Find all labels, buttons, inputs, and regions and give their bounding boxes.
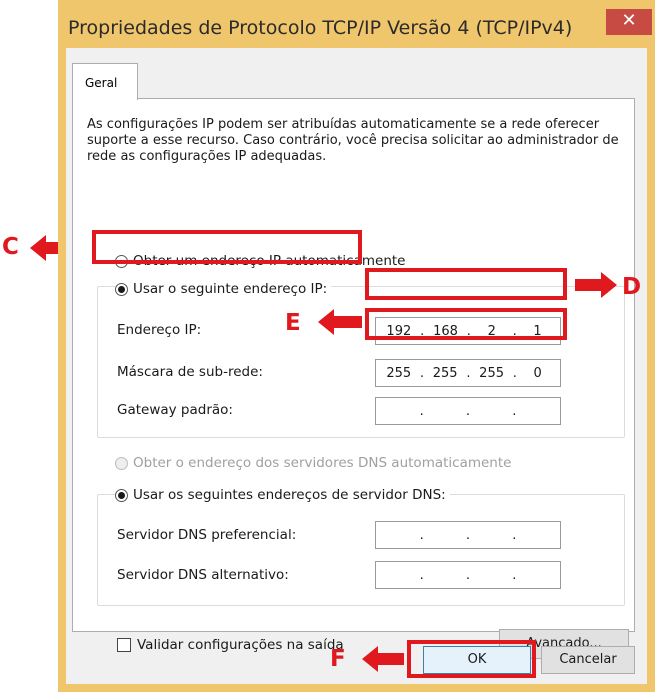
ip-address-input[interactable]: 192. 168. 2. 1 — [375, 317, 561, 345]
octet-3: 255 — [479, 365, 504, 381]
radio-dns-auto-label: Obter o endereço dos servidores DNS auto… — [133, 455, 512, 471]
octet-2: 168 — [433, 323, 458, 339]
radio-ip-manual[interactable]: Usar o seguinte endereço IP: — [115, 281, 332, 297]
octet-separator: . — [466, 365, 471, 381]
validate-checkbox-label: Validar configurações na saída — [137, 637, 344, 653]
validate-checkbox[interactable]: Validar configurações na saída — [117, 637, 344, 653]
octet-separator: . — [419, 527, 424, 543]
preferred-dns-input[interactable]: . . . — [375, 521, 561, 549]
octet-1: 255 — [386, 365, 412, 381]
radio-dns-manual[interactable]: Usar os seguintes endereços de servidor … — [115, 487, 450, 503]
alternate-dns-input[interactable]: . . . — [375, 561, 561, 589]
annotation-label-f: F — [330, 646, 346, 672]
octet-separator: . — [512, 403, 517, 419]
annotation-label-e: E — [285, 310, 301, 336]
radio-ip-auto-label: Obter um endereço IP automaticamente — [133, 253, 406, 269]
gateway-label: Gateway padrão: — [117, 402, 233, 418]
octet-separator: . — [465, 403, 471, 419]
ip-address-label: Endereço IP: — [117, 322, 202, 338]
octet-separator: . — [512, 567, 517, 583]
octet-1: 192 — [386, 323, 412, 339]
octet-separator: . — [512, 527, 517, 543]
subnet-mask-label: Máscara de sub-rede: — [117, 364, 263, 380]
tab-label: Geral — [85, 76, 118, 90]
radio-ip-auto[interactable]: Obter um endereço IP automaticamente — [115, 253, 405, 269]
octet-separator: . — [465, 527, 471, 543]
tab-panel: As configurações IP podem ser atribuídas… — [72, 98, 635, 659]
radio-ip-auto-indicator[interactable] — [115, 254, 128, 268]
close-button[interactable]: ✕ — [606, 9, 652, 35]
gateway-input[interactable]: . . . — [375, 397, 561, 425]
octet-separator: . — [420, 323, 425, 339]
alternate-dns-label: Servidor DNS alternativo: — [117, 567, 289, 583]
radio-dns-manual-label: Usar os seguintes endereços de servidor … — [133, 487, 446, 503]
radio-dns-auto-indicator[interactable] — [115, 456, 128, 470]
radio-ip-manual-indicator[interactable] — [115, 282, 128, 296]
dialog-client-area: Geral As configurações IP podem ser atri… — [66, 48, 647, 684]
radio-dns-auto[interactable]: Obter o endereço dos servidores DNS auto… — [115, 455, 511, 471]
octet-separator: . — [466, 323, 471, 339]
cancel-button[interactable]: Cancelar — [541, 646, 635, 674]
annotation-label-d: D — [622, 274, 642, 300]
dns-group-box — [97, 494, 625, 606]
octet-separator: . — [465, 567, 471, 583]
annotation-arrow-d-icon — [575, 272, 617, 298]
annotation-arrow-f-icon — [362, 646, 404, 672]
preferred-dns-label: Servidor DNS preferencial: — [117, 527, 297, 543]
description-text: As configurações IP podem ser atribuídas… — [87, 117, 619, 164]
subnet-mask-input[interactable]: 255. 255. 255. 0 — [375, 359, 561, 387]
octet-3: 2 — [487, 323, 496, 339]
tab-geral[interactable]: Geral — [72, 63, 138, 100]
octet-separator: . — [419, 403, 424, 419]
radio-dns-manual-indicator[interactable] — [115, 488, 128, 502]
annotation-arrow-e-icon — [318, 309, 362, 335]
octet-separator: . — [419, 567, 424, 583]
octet-separator: . — [512, 323, 517, 339]
octet-separator: . — [512, 365, 517, 381]
radio-ip-manual-label: Usar o seguinte endereço IP: — [133, 281, 328, 297]
annotation-label-c: C — [2, 234, 19, 260]
validate-checkbox-box[interactable] — [117, 638, 131, 652]
octet-separator: . — [419, 365, 425, 381]
ok-button[interactable]: OK — [423, 646, 531, 674]
octet-4: 0 — [533, 365, 542, 381]
dialog-window: Propriedades de Protocolo TCP/IP Versão … — [58, 0, 655, 692]
octet-4: 1 — [533, 323, 542, 339]
window-title: Propriedades de Protocolo TCP/IP Versão … — [68, 17, 573, 39]
octet-2: 255 — [432, 365, 458, 381]
